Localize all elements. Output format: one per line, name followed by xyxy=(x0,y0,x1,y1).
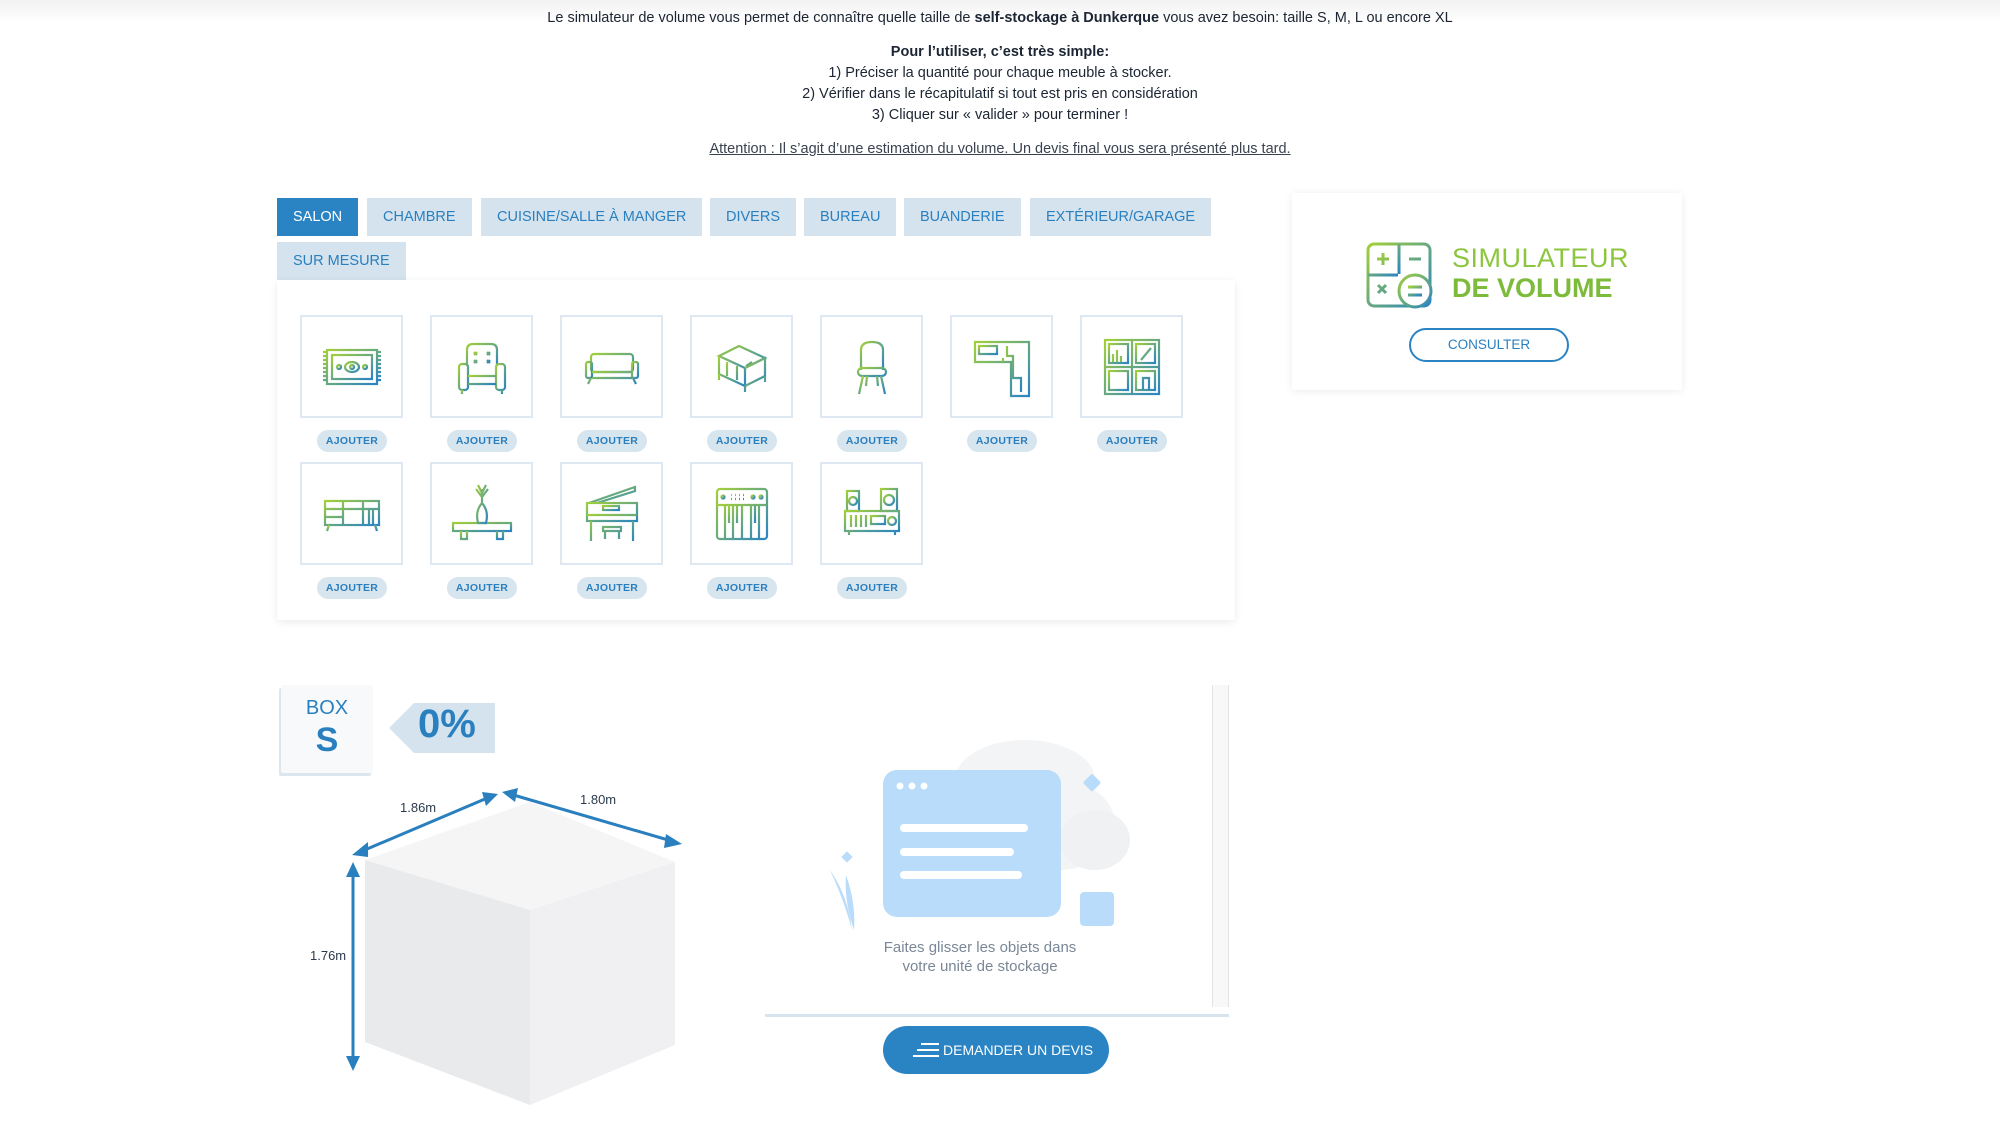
box-label: BOX xyxy=(305,697,349,719)
furniture-tile-corner-desk[interactable] xyxy=(950,315,1053,418)
estimate-warning: Attention : Il s’agit d’une estimation d… xyxy=(709,141,1291,157)
intro-description: Le simulateur de volume vous permet de c… xyxy=(0,10,2000,26)
armchair-icon xyxy=(457,342,507,394)
intro-text-part: Le simulateur de volume vous permet de c… xyxy=(547,10,975,26)
intro-highlight: self-stockage à Dunkerque xyxy=(974,10,1160,26)
calculator-icon xyxy=(1366,242,1433,309)
tab-sur-mesure[interactable]: SUR MESURE xyxy=(277,242,406,280)
add-bookshelf-button[interactable]: AJOUTER xyxy=(1097,430,1167,452)
add-synth-button[interactable]: AJOUTER xyxy=(707,577,777,599)
add-couch-button[interactable]: AJOUTER xyxy=(707,430,777,452)
tab-chambre[interactable]: CHAMBRE xyxy=(367,198,472,236)
furniture-tile-plant-shelf[interactable] xyxy=(430,462,533,565)
tab-divers[interactable]: DIVERS xyxy=(710,198,796,236)
add-armchair-button[interactable]: AJOUTER xyxy=(447,430,517,452)
sideboard-icon xyxy=(323,499,381,532)
furniture-catalog: AJOUTER AJOUTER AJOUTER AJOUTER AJOUTER xyxy=(277,280,1235,620)
simulator-title-line2: DE VOLUME xyxy=(1452,273,1613,303)
add-rug-button[interactable]: AJOUTER xyxy=(317,430,387,452)
bookshelf-icon xyxy=(1103,338,1161,396)
add-corner-desk-button[interactable]: AJOUTER xyxy=(967,430,1037,452)
piano-icon xyxy=(585,485,639,541)
add-hifi-button[interactable]: AJOUTER xyxy=(837,577,907,599)
furniture-tile-armchair[interactable] xyxy=(430,315,533,418)
add-plant-shelf-button[interactable]: AJOUTER xyxy=(447,577,517,599)
request-quote-button[interactable]: DEMANDER UN DEVIS xyxy=(883,1026,1109,1074)
tab-exterieur-garage[interactable]: EXTÉRIEUR/GARAGE xyxy=(1030,198,1212,236)
depth-dimension: 1.86m xyxy=(400,800,437,815)
add-chair-button[interactable]: AJOUTER xyxy=(837,430,907,452)
intro-text-part: vous avez besoin: taille S, M, L ou enco… xyxy=(1159,10,1453,26)
drop-zone-hint: Faites glisser les objets dans votre uni… xyxy=(765,938,1195,976)
storage-box-diagram xyxy=(346,788,682,1105)
furniture-tile-bookshelf[interactable] xyxy=(1080,315,1183,418)
furniture-tile-hifi[interactable] xyxy=(820,462,923,565)
furniture-tile-rug[interactable] xyxy=(300,315,403,418)
step-2: 2) Vérifier dans le récapitulatif si tou… xyxy=(802,86,1198,102)
tab-cuisine-salle-a-manger[interactable]: CUISINE/SALLE À MANGER xyxy=(481,198,703,236)
drop-hint-line1: Faites glisser les objets dans xyxy=(883,939,1077,956)
rug-icon xyxy=(323,348,381,386)
box-size-badge: BOX S xyxy=(281,685,373,773)
plant-shelf-icon xyxy=(451,484,513,541)
furniture-tile-synth[interactable] xyxy=(690,462,793,565)
tab-buanderie[interactable]: BUANDERIE xyxy=(904,198,1021,236)
tab-salon[interactable]: SALON xyxy=(277,198,359,236)
drop-zone-divider xyxy=(765,1014,1229,1017)
fill-percentage: 0% xyxy=(418,702,476,746)
add-piano-button[interactable]: AJOUTER xyxy=(577,577,647,599)
step-3: 3) Cliquer sur « valider » pour terminer… xyxy=(871,107,1129,123)
box-size: S xyxy=(315,721,339,759)
sofa-icon xyxy=(584,352,640,385)
couch-isometric-icon xyxy=(716,344,768,392)
drop-hint-line2: votre unité de stockage xyxy=(902,958,1058,975)
add-sofa-button[interactable]: AJOUTER xyxy=(577,430,647,452)
simulator-title-line1: SIMULATEUR xyxy=(1452,243,1630,273)
lines-icon xyxy=(913,1043,939,1057)
keyboard-synth-icon xyxy=(715,487,769,541)
corner-desk-icon xyxy=(973,340,1031,398)
empty-state-illustration xyxy=(830,740,1130,930)
furniture-tile-chair[interactable] xyxy=(820,315,923,418)
volume-simulator-card: SIMULATEUR DE VOLUME CONSULTER xyxy=(1292,193,1682,390)
hifi-system-icon xyxy=(843,487,901,535)
chair-icon xyxy=(856,340,888,395)
step-1: 1) Préciser la quantité pour chaque meub… xyxy=(828,65,1172,81)
furniture-tile-sofa[interactable] xyxy=(560,315,663,418)
drop-zone-scrollbar[interactable] xyxy=(1212,685,1229,1007)
furniture-tile-piano[interactable] xyxy=(560,462,663,565)
howto-title: Pour l’utiliser, c’est très simple: xyxy=(890,44,1110,60)
tab-bureau[interactable]: BUREAU xyxy=(804,198,897,236)
add-sideboard-button[interactable]: AJOUTER xyxy=(317,577,387,599)
width-dimension: 1.80m xyxy=(580,792,617,807)
height-dimension: 1.76m xyxy=(310,948,347,963)
furniture-tile-couch[interactable] xyxy=(690,315,793,418)
request-quote-label: DEMANDER UN DEVIS xyxy=(943,1042,1094,1058)
consult-button[interactable]: CONSULTER xyxy=(1409,328,1569,362)
furniture-tile-sideboard[interactable] xyxy=(300,462,403,565)
